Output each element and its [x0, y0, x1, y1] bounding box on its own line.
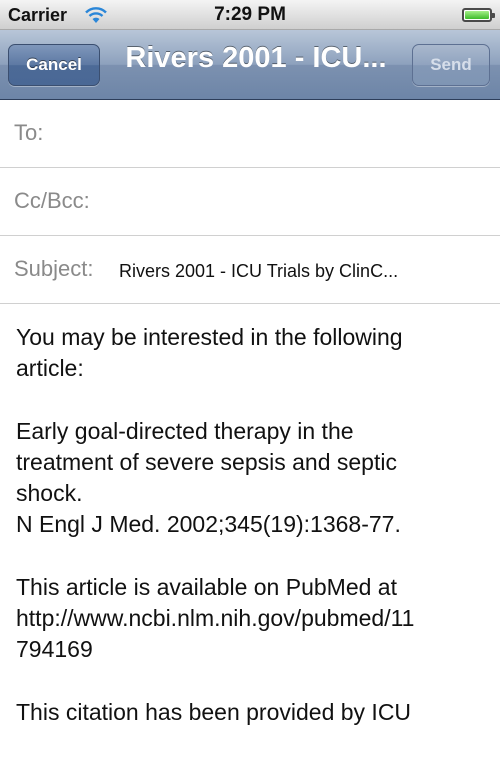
navigation-bar: Cancel Rivers 2001 - ICU... Send [0, 30, 500, 100]
intro-line: You may be interested in the following [16, 324, 403, 350]
intro-line: article: [16, 355, 84, 381]
pubmed-link[interactable]: http://www.ncbi.nlm.nih.gov/pubmed/11 [16, 603, 490, 634]
citation-line: shock. [16, 480, 83, 506]
battery-level [465, 11, 489, 19]
compose-title: Rivers 2001 - ICU... [125, 42, 387, 74]
subject-field-row[interactable]: Subject: Rivers 2001 - ICU Trials by Cli… [0, 236, 500, 304]
status-bar: Carrier 7:29 PM [0, 0, 500, 30]
pubmed-link[interactable]: 794169 [16, 634, 490, 665]
subject-label: Subject: [14, 256, 94, 281]
cc-bcc-label: Cc/Bcc: [14, 188, 90, 213]
send-button[interactable]: Send [412, 44, 490, 86]
subject-input[interactable]: Rivers 2001 - ICU Trials by ClinC... [119, 261, 488, 282]
intro-paragraph: You may be interested in the following a… [16, 322, 490, 384]
cc-bcc-field-row[interactable]: Cc/Bcc: [0, 168, 500, 236]
citation-paragraph: Early goal-directed therapy in the treat… [16, 416, 490, 540]
message-body[interactable]: You may be interested in the following a… [16, 322, 490, 760]
battery-icon [462, 8, 495, 22]
provided-paragraph: This citation has been provided by ICU [16, 697, 490, 728]
cc-bcc-input[interactable] [108, 190, 482, 218]
citation-line: treatment of severe sepsis and septic [16, 449, 397, 475]
to-input[interactable] [58, 122, 482, 150]
to-field-row[interactable]: To: [0, 100, 500, 168]
provided-line: This citation has been provided by ICU [16, 699, 412, 725]
pubmed-paragraph: This article is available on PubMed at h… [16, 572, 490, 665]
citation-line: N Engl J Med. 2002;345(19):1368-77. [16, 511, 401, 537]
pubmed-line: This article is available on PubMed at [16, 574, 397, 600]
citation-line: Early goal-directed therapy in the [16, 418, 354, 444]
cancel-button[interactable]: Cancel [8, 44, 100, 86]
status-time: 7:29 PM [214, 4, 286, 25]
to-label: To: [14, 120, 44, 145]
